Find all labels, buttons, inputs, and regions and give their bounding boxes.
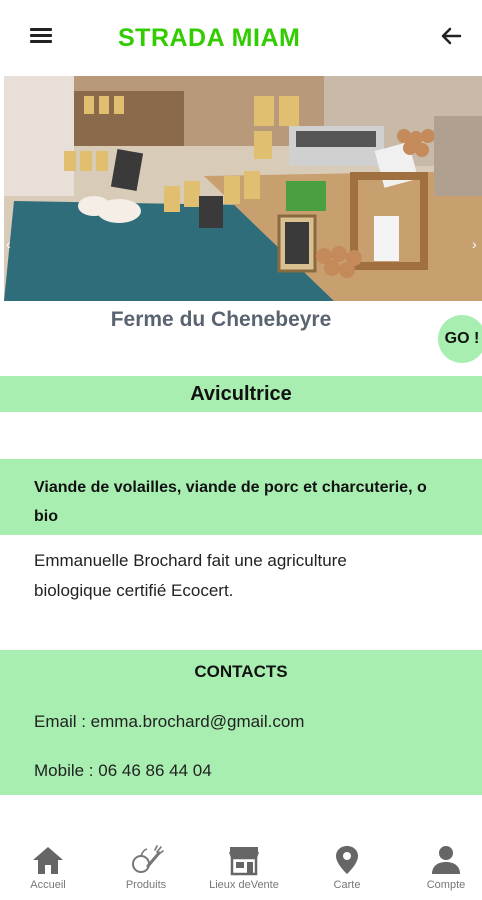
map-pin-icon [336, 846, 358, 874]
nav-item-lieux-de-vente[interactable]: Lieux deVente [196, 844, 292, 891]
products-line-1: Viande de volailles, viande de porc et c… [34, 479, 427, 496]
market-stall-photo [4, 76, 482, 301]
account-icon [432, 846, 460, 874]
producer-role: Avicultrice [0, 376, 482, 412]
nav-item-carte[interactable]: Carte [299, 844, 395, 891]
home-icon [33, 847, 63, 874]
store-icon [229, 847, 259, 876]
producer-description: Emmanuelle Brochard fait une agriculture… [34, 546, 454, 606]
contacts-section: CONTACTS Email : emma.brochard@gmail.com… [0, 650, 482, 795]
contact-email[interactable]: Email : emma.brochard@gmail.com [34, 712, 304, 732]
products-section: Viande de volailles, viande de porc et c… [0, 459, 482, 535]
nav-label-lieux-de-vente: Lieux deVente [209, 879, 279, 891]
nav-label-carte: Carte [333, 879, 361, 891]
nav-label-accueil: Accueil [30, 879, 66, 891]
app-title: STRADA MIAM [118, 24, 301, 52]
carousel-prev-icon[interactable]: ‹ [6, 236, 11, 252]
nav-label-compte: Compte [426, 879, 466, 891]
contacts-title: CONTACTS [194, 662, 288, 681]
hamburger-menu-icon[interactable] [30, 24, 56, 46]
description-line-2: biologique certifié Ecocert. [34, 581, 234, 600]
nav-label-produits: Produits [125, 879, 167, 891]
products-list: Viande de volailles, viande de porc et c… [34, 473, 482, 531]
produce-icon [132, 845, 164, 873]
description-line-1: Emmanuelle Brochard fait une agriculture [34, 551, 347, 570]
app-header: STRADA MIAM [0, 0, 482, 76]
contact-mobile[interactable]: Mobile : 06 46 86 44 04 [34, 761, 212, 781]
nav-item-accueil[interactable]: Accueil [0, 844, 96, 891]
carousel-next-icon[interactable]: › [472, 236, 477, 252]
nav-item-compte[interactable]: Compte [398, 844, 482, 891]
nav-item-produits[interactable]: Produits [98, 844, 194, 891]
bottom-navigation: Accueil Produits Lieux deVente Carte Com… [0, 838, 482, 900]
go-button[interactable]: GO ! [438, 315, 482, 363]
products-line-2: bio [34, 508, 58, 525]
producer-name: Ferme du Chenebeyre [110, 308, 332, 331]
back-arrow-icon[interactable] [438, 22, 466, 50]
